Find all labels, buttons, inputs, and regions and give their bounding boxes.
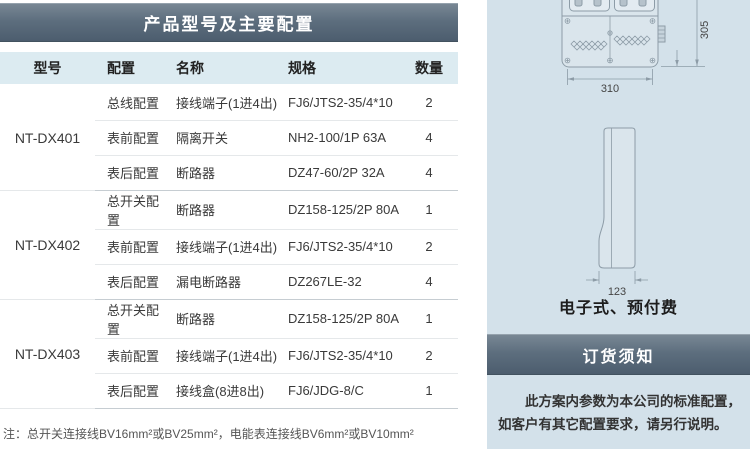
qty-cell: 4 <box>400 264 458 299</box>
config-cell: 总开关配置 <box>95 299 170 338</box>
spec-cell: FJ6/JTS2-35/4*10 <box>282 338 400 373</box>
config-cell: 表后配置 <box>95 373 170 408</box>
qty-cell: 4 <box>400 120 458 155</box>
front-width-dimension-label: 310 <box>601 83 619 95</box>
config-cell: 表前配置 <box>95 229 170 264</box>
order-notice-title-bar: 订货须知 <box>487 334 750 375</box>
model-cell: NT-DX401 <box>0 85 95 190</box>
name-cell: 接线端子(1进4出) <box>170 229 282 264</box>
name-cell: 断路器 <box>170 190 282 229</box>
config-cell: 表后配置 <box>95 264 170 299</box>
qty-cell: 1 <box>400 299 458 338</box>
qty-cell: 1 <box>400 373 458 408</box>
section-title: 产品型号及主要配置 <box>144 10 315 35</box>
name-cell: 接线盒(8进8出) <box>170 373 282 408</box>
meter-box-drawing: 310 305 123 <box>487 0 750 330</box>
spec-cell: FJ6/JTS2-35/4*10 <box>282 229 400 264</box>
product-drawing-panel: 310 305 123 电子式、预付费 订货须知 此方案内参数为本公司的标准配置… <box>487 0 750 449</box>
order-notice-text: 此方案内参数为本公司的标准配置，如客户有其它配置要求，请另行说明。 <box>498 390 743 436</box>
latch-icon <box>658 26 665 42</box>
col-header-model: 型号 <box>0 52 95 85</box>
front-height-dimension-label: 305 <box>699 21 711 39</box>
config-cell: 表前配置 <box>95 120 170 155</box>
qty-cell: 4 <box>400 155 458 190</box>
catalog-page: 产品型号及主要配置 型号 配置 名称 规格 数量 NT-DX401 总线配置 <box>0 0 750 449</box>
spec-cell: DZ158-125/2P 80A <box>282 299 400 338</box>
name-cell: 断路器 <box>170 299 282 338</box>
section-title-bar: 产品型号及主要配置 <box>0 3 458 42</box>
name-cell: 接线端子(1进4出) <box>170 85 282 120</box>
config-cell: 表前配置 <box>95 338 170 373</box>
name-cell: 漏电断路器 <box>170 264 282 299</box>
qty-cell: 2 <box>400 85 458 120</box>
spec-cell: FJ6/JDG-8/C <box>282 373 400 408</box>
order-notice-title: 订货须知 <box>582 343 654 367</box>
spec-cell: DZ47-60/2P 32A <box>282 155 400 190</box>
col-header-spec: 规格 <box>282 52 400 85</box>
col-header-config: 配置 <box>95 52 170 85</box>
config-cell: 总开关配置 <box>95 190 170 229</box>
config-cell: 总线配置 <box>95 85 170 120</box>
table-row: NT-DX401 总线配置 接线端子(1进4出) FJ6/JTS2-35/4*1… <box>0 85 458 120</box>
name-cell: 接线端子(1进4出) <box>170 338 282 373</box>
name-cell: 隔离开关 <box>170 120 282 155</box>
table-header-row: 型号 配置 名称 规格 数量 <box>0 52 458 85</box>
front-view-drawing <box>562 0 665 67</box>
spec-cell: FJ6/JTS2-35/4*10 <box>282 85 400 120</box>
qty-cell: 2 <box>400 338 458 373</box>
spec-cell: NH2-100/1P 63A <box>282 120 400 155</box>
model-cell: NT-DX402 <box>0 190 95 299</box>
spec-cell: DZ158-125/2P 80A <box>282 190 400 229</box>
table-row: NT-DX402 总开关配置 断路器 DZ158-125/2P 80A 1 <box>0 190 458 229</box>
qty-cell: 2 <box>400 229 458 264</box>
table-row: NT-DX403 总开关配置 断路器 DZ158-125/2P 80A 1 <box>0 299 458 338</box>
col-header-qty: 数量 <box>400 52 458 85</box>
model-cell: NT-DX403 <box>0 299 95 408</box>
drawing-caption: 电子式、预付费 <box>487 294 750 318</box>
footnote: 注：总开关连接线BV16mm²或BV25mm²，电能表连接线BV6mm²或BV1… <box>0 409 458 442</box>
name-cell: 断路器 <box>170 155 282 190</box>
col-header-name: 名称 <box>170 52 282 85</box>
dimension-123 <box>586 271 648 284</box>
config-cell: 表后配置 <box>95 155 170 190</box>
qty-cell: 1 <box>400 190 458 229</box>
product-config-section: 产品型号及主要配置 型号 配置 名称 规格 数量 NT-DX401 总线配置 <box>0 0 458 442</box>
spec-cell: DZ267LE-32 <box>282 264 400 299</box>
config-table: 型号 配置 名称 规格 数量 NT-DX401 总线配置 接线端子(1进4出) … <box>0 52 458 409</box>
side-view-drawing <box>599 128 635 268</box>
